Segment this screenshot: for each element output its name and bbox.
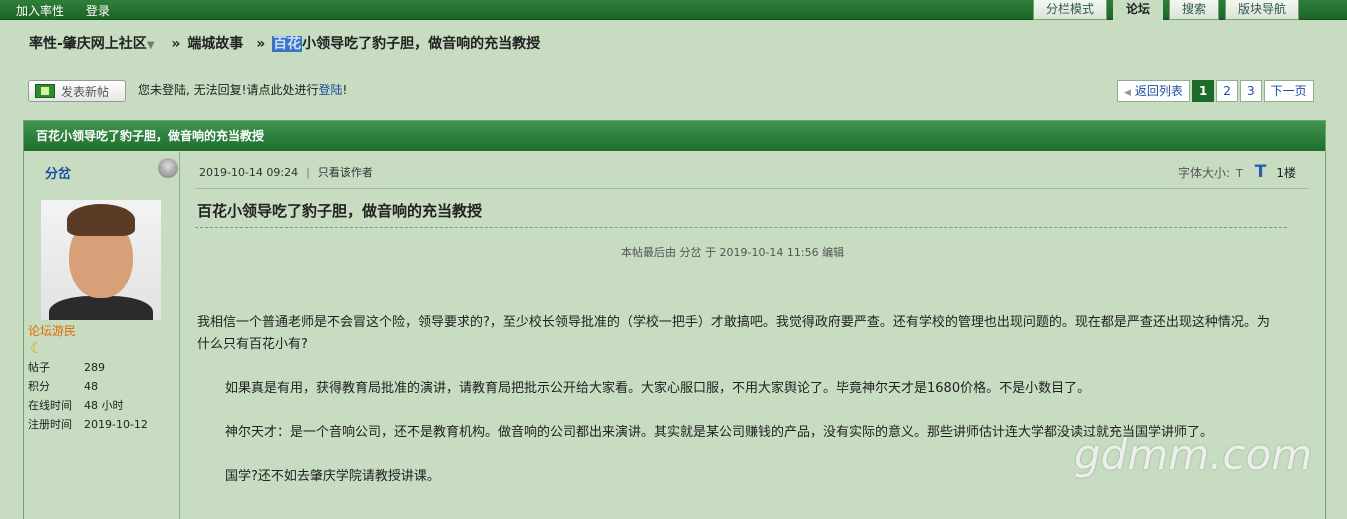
- watermark: gdmm.com: [1074, 430, 1313, 479]
- breadcrumb-separator: »: [256, 36, 266, 52]
- login-link[interactable]: 登录: [86, 4, 110, 18]
- stat-label: 积分: [28, 380, 50, 393]
- stat-value: 2019-10-12: [84, 418, 148, 431]
- page-3[interactable]: 3: [1239, 80, 1262, 102]
- post-title: 百花小领导吃了豹子胆，做音响的充当教授: [197, 202, 483, 220]
- divider: [195, 227, 1287, 228]
- thread-header: 百花小领导吃了豹子胆，做音响的充当教授: [24, 121, 1325, 151]
- pagination: ◀ 返回列表 1 2 3 下一页: [1117, 80, 1316, 102]
- tab-search[interactable]: 搜索: [1169, 0, 1220, 20]
- post-body: 我相信一个普通老师是不会冒这个险，领导要求的?，至少校长领导批准的（学校一把手）…: [197, 312, 1272, 510]
- join-link[interactable]: 加入率性: [16, 4, 64, 18]
- stat-value: 289: [84, 361, 105, 374]
- breadcrumb-thread: 小领导吃了豹子胆，做音响的充当教授: [302, 36, 541, 52]
- next-page-button[interactable]: 下一页: [1263, 80, 1314, 102]
- divider: |: [306, 166, 310, 179]
- notice-login-link[interactable]: 登陆: [318, 83, 342, 97]
- font-big-button[interactable]: T: [1255, 162, 1267, 182]
- notice-suffix: !: [342, 83, 348, 97]
- back-to-list-button[interactable]: ◀ 返回列表: [1117, 80, 1190, 102]
- divider: [195, 188, 1309, 189]
- stat-label: 注册时间: [28, 418, 72, 431]
- breadcrumb-site[interactable]: 率性-肇庆网上社区: [29, 36, 147, 52]
- stat-value: 48 小时: [84, 399, 124, 412]
- post-meta: 2019-10-14 09:24 | 只看该作者: [199, 164, 373, 180]
- stat-label: 在线时间: [28, 399, 72, 412]
- stat-row: 在线时间 48 小时: [28, 396, 148, 415]
- chevron-down-icon[interactable]: ▼: [147, 40, 155, 51]
- breadcrumb-forum[interactable]: 端城故事: [187, 36, 243, 52]
- only-author-link[interactable]: 只看该作者: [318, 166, 373, 179]
- new-post-label: 发表新帖: [61, 84, 110, 99]
- author-rank: 论坛游民: [28, 324, 77, 338]
- author-name[interactable]: 分岔: [45, 163, 71, 182]
- post-paragraph: 我相信一个普通老师是不会冒这个险，领导要求的?，至少校长领导批准的（学校一把手）…: [197, 315, 1270, 352]
- top-tabs: 分栏模式 论坛 搜索 版块导航: [1033, 0, 1305, 20]
- top-bar: 加入率性 登录 分栏模式 论坛 搜索 版块导航: [0, 0, 1347, 20]
- avatar[interactable]: [41, 200, 161, 320]
- edit-notice: 本帖最后由 分岔 于 2019-10-14 11:56 编辑: [621, 246, 845, 259]
- post-paragraph: 如果真是有用，获得教育局批准的演讲，请教育局把批示公开给大家看。大家心服口服，不…: [225, 381, 1091, 396]
- chevron-left-icon: ◀: [1124, 88, 1131, 98]
- tab-board-nav[interactable]: 版块导航: [1225, 0, 1300, 20]
- back-label: 返回列表: [1134, 84, 1183, 98]
- new-post-button[interactable]: 发表新帖: [28, 80, 126, 102]
- breadcrumb-thread-highlight: 百花: [272, 36, 303, 52]
- top-links: 加入率性 登录: [16, 2, 128, 19]
- login-notice: 您未登陆, 无法回复!请点此处进行登陆!: [138, 81, 347, 98]
- post-datetime: 2019-10-14 09:24: [199, 166, 299, 179]
- page-1[interactable]: 1: [1191, 80, 1215, 102]
- stat-value: 48: [84, 380, 98, 393]
- tab-forum[interactable]: 论坛: [1113, 0, 1164, 20]
- author-sidebar: 分岔 论坛游民 ☾ 帖子 289 积分 48 在线时间 48 小时 注册时间 2019-…: [24, 152, 180, 519]
- font-small-button[interactable]: T: [1236, 167, 1243, 180]
- new-post-icon: [35, 84, 55, 98]
- author-stats: 帖子 289 积分 48 在线时间 48 小时 注册时间 2019-10-12: [28, 358, 148, 434]
- font-size-label: 字体大小:: [1177, 166, 1231, 180]
- stat-row: 帖子 289: [28, 358, 148, 377]
- tab-split-mode[interactable]: 分栏模式: [1033, 0, 1108, 20]
- floor-number: 1楼: [1276, 166, 1296, 180]
- stat-row: 注册时间 2019-10-12: [28, 415, 148, 434]
- notice-text: 您未登陆, 无法回复!请点此处进行: [138, 83, 319, 97]
- font-size-controls: 字体大小: T T 1楼: [1178, 162, 1296, 182]
- stat-row: 积分 48: [28, 377, 148, 396]
- breadcrumb-separator: »: [171, 36, 181, 52]
- offline-status-icon: [158, 158, 178, 178]
- breadcrumb: 率性-肇庆网上社区▼ » 端城故事 » 百花小领导吃了豹子胆，做音响的充当教授: [29, 33, 540, 53]
- moon-icon: ☾: [30, 339, 44, 357]
- page-2[interactable]: 2: [1216, 80, 1238, 102]
- stat-label: 帖子: [28, 361, 50, 374]
